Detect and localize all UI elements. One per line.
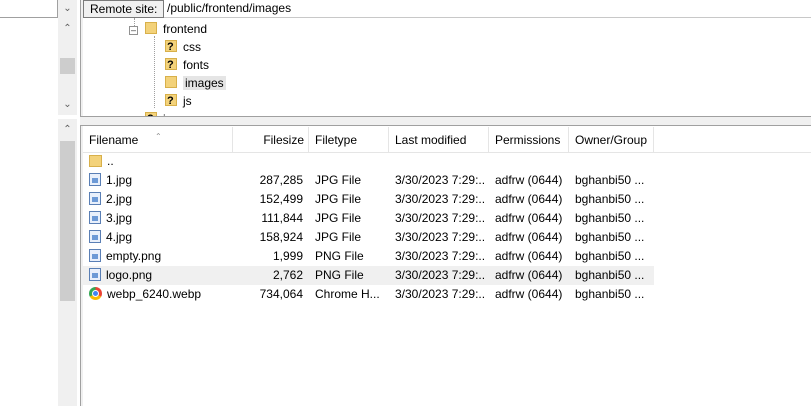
file-permissions: adfrw (0644) xyxy=(495,268,563,282)
column-last-modified[interactable]: Last modified xyxy=(389,127,489,153)
tree-list-splitter[interactable] xyxy=(80,116,811,126)
tree-item-frontend[interactable]: frontend xyxy=(145,20,207,38)
folder-icon xyxy=(165,76,177,88)
scroll-down-icon[interactable]: ⌄ xyxy=(58,96,77,113)
folder-icon xyxy=(145,22,157,34)
file-owner: bghanbi50 ... xyxy=(575,173,645,187)
column-filename[interactable]: Filename ⌃ xyxy=(83,127,233,153)
file-size: 1,999 xyxy=(272,249,303,263)
sort-ascending-icon: ⌃ xyxy=(155,132,162,141)
file-permissions: adfrw (0644) xyxy=(495,192,563,206)
unknown-folder-icon xyxy=(165,92,177,110)
file-owner: bghanbi50 ... xyxy=(575,249,645,263)
file-type: JPG File xyxy=(315,230,362,244)
column-owner-group[interactable]: Owner/Group xyxy=(569,127,654,153)
column-filetype[interactable]: Filetype xyxy=(309,127,389,153)
file-name: 3.jpg xyxy=(89,209,239,228)
file-row[interactable]: 4.jpg 158,924 JPG File 3/30/2023 7:29:... ad… xyxy=(83,228,654,247)
file-type: PNG File xyxy=(315,249,364,263)
file-owner: bghanbi50 ... xyxy=(575,268,645,282)
file-size: 152,499 xyxy=(259,192,303,206)
file-type: PNG File xyxy=(315,268,364,282)
chevron-down-icon[interactable]: ⌄ xyxy=(58,0,77,17)
local-pane: ⌄ ⌃ ⌄ ⌃ xyxy=(0,0,82,406)
file-name: logo.png xyxy=(89,266,239,285)
file-type: JPG File xyxy=(315,211,362,225)
parent-folder-icon xyxy=(89,155,102,167)
file-row[interactable]: .. xyxy=(83,152,654,171)
file-size: 111,844 xyxy=(261,211,303,225)
file-size: 287,285 xyxy=(259,173,303,187)
image-file-icon xyxy=(89,268,101,281)
file-modified: 3/30/2023 7:29:... xyxy=(395,173,485,187)
file-modified: 3/30/2023 7:29:... xyxy=(395,249,485,263)
file-type: JPG File xyxy=(315,192,362,206)
file-row[interactable]: 3.jpg 111,844 JPG File 3/30/2023 7:29:... ad… xyxy=(83,209,654,228)
scroll-up-icon[interactable]: ⌃ xyxy=(58,121,77,138)
file-row[interactable]: empty.png 1,999 PNG File 3/30/2023 7:29:...… xyxy=(83,247,654,266)
remote-site-bar: Remote site: /public/frontend/images xyxy=(83,0,811,18)
unknown-folder-icon xyxy=(165,56,177,74)
chrome-icon xyxy=(89,287,102,300)
file-permissions: adfrw (0644) xyxy=(495,249,563,263)
image-file-icon xyxy=(89,249,101,262)
file-name: webp_6240.webp xyxy=(89,285,239,304)
tree-line xyxy=(154,36,155,108)
file-owner: bghanbi50 ... xyxy=(575,192,645,206)
file-row[interactable]: logo.png 2,762 PNG File 3/30/2023 7:29:... a… xyxy=(83,266,654,285)
file-name: 2.jpg xyxy=(89,190,239,209)
file-modified: 3/30/2023 7:29:... xyxy=(395,211,485,225)
file-permissions: adfrw (0644) xyxy=(495,230,563,244)
remote-file-list: Filename ⌃ Filesize Filetype Last modifi… xyxy=(83,127,811,406)
file-permissions: adfrw (0644) xyxy=(495,287,563,301)
image-file-icon xyxy=(89,230,101,243)
local-site-input[interactable] xyxy=(0,0,58,18)
scroll-up-icon[interactable]: ⌃ xyxy=(58,20,77,37)
scrollbar-thumb[interactable] xyxy=(60,141,75,301)
local-path-dropdown[interactable]: ⌄ xyxy=(58,0,77,18)
file-name: empty.png xyxy=(89,247,239,266)
file-type: JPG File xyxy=(315,173,362,187)
file-modified: 3/30/2023 7:29:... xyxy=(395,230,485,244)
file-row[interactable]: webp_6240.webp 734,064 Chrome H... 3/30/202… xyxy=(83,285,654,304)
file-modified: 3/30/2023 7:29:... xyxy=(395,287,485,301)
tree-item-fonts[interactable]: fonts xyxy=(165,56,209,74)
image-file-icon xyxy=(89,211,101,224)
local-tree-scrollbar[interactable]: ⌃ ⌄ xyxy=(58,18,77,115)
file-size: 2,762 xyxy=(272,268,303,282)
file-name: .. xyxy=(89,152,239,171)
file-owner: bghanbi50 ... xyxy=(575,211,645,225)
file-modified: 3/30/2023 7:29:... xyxy=(395,268,485,282)
file-name: 1.jpg xyxy=(89,171,239,190)
column-filesize[interactable]: Filesize xyxy=(233,127,309,153)
tree-item-js[interactable]: js xyxy=(165,92,192,110)
file-name: 4.jpg xyxy=(89,228,239,247)
remote-site-label: Remote site: xyxy=(83,0,165,18)
unknown-folder-icon xyxy=(165,38,177,56)
file-permissions: adfrw (0644) xyxy=(495,211,563,225)
file-permissions: adfrw (0644) xyxy=(495,173,563,187)
tree-item-images[interactable]: images xyxy=(165,74,226,92)
scrollbar-thumb[interactable] xyxy=(60,58,75,74)
column-permissions[interactable]: Permissions xyxy=(489,127,569,153)
file-row[interactable]: 1.jpg 287,285 JPG File 3/30/2023 7:29:... ad… xyxy=(83,171,654,190)
file-size: 734,064 xyxy=(259,287,303,301)
image-file-icon xyxy=(89,192,101,205)
file-modified: 3/30/2023 7:29:... xyxy=(395,192,485,206)
file-owner: bghanbi50 ... xyxy=(575,287,645,301)
list-header: Filename ⌃ Filesize Filetype Last modifi… xyxy=(83,127,811,153)
image-file-icon xyxy=(89,173,101,186)
file-owner: bghanbi50 ... xyxy=(575,230,645,244)
file-type: Chrome H... xyxy=(315,287,380,301)
tree-item-css[interactable]: css xyxy=(165,38,201,56)
file-row[interactable]: 2.jpg 152,499 JPG File 3/30/2023 7:29:... ad… xyxy=(83,190,654,209)
remote-path-input[interactable]: /public/frontend/images xyxy=(165,0,291,18)
collapse-icon[interactable]: – xyxy=(129,26,138,35)
local-list-scrollbar[interactable]: ⌃ xyxy=(58,119,77,406)
remote-directory-tree: – frontend css fonts images js images xyxy=(83,18,811,119)
file-size: 158,924 xyxy=(259,230,303,244)
